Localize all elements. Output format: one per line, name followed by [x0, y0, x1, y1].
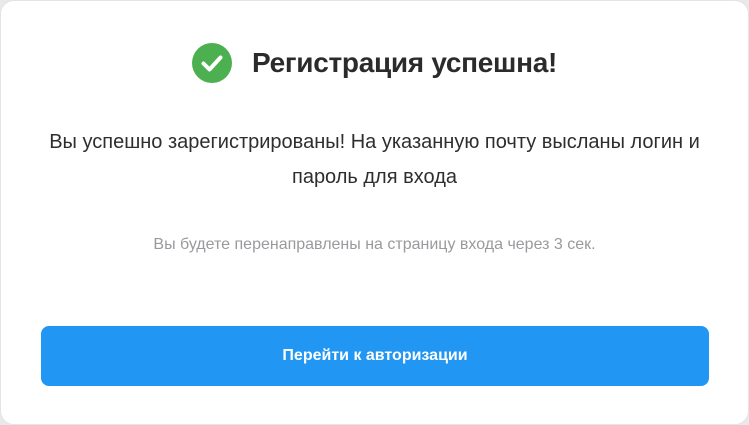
registration-success-dialog: Регистрация успешна! Вы успешно зарегист…: [0, 0, 749, 425]
redirect-countdown-note: Вы будете перенаправлены на страницу вхо…: [153, 236, 596, 253]
success-message: Вы успешно зарегистрированы! На указанну…: [49, 131, 700, 188]
dialog-title: Регистрация успешна!: [251, 47, 557, 78]
dialog-header: Регистрация успешна!: [1, 41, 748, 85]
go-to-login-button[interactable]: Перейти к авторизации: [41, 326, 709, 386]
check-circle-icon: [191, 43, 232, 83]
